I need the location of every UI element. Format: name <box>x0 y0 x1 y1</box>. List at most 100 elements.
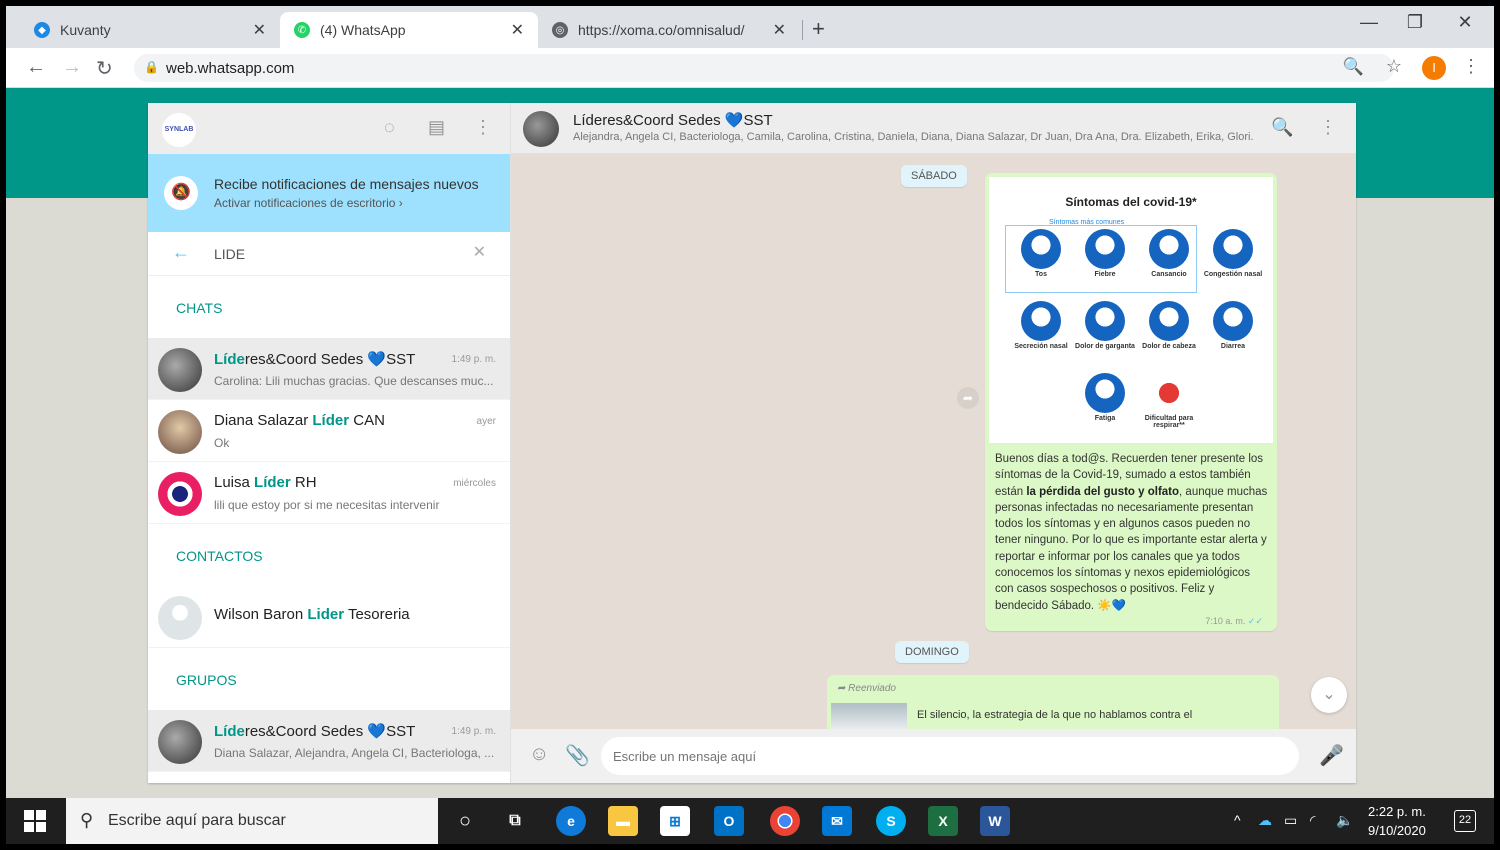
microphone-icon[interactable]: 🎤 <box>1319 743 1344 768</box>
chrome-icon[interactable] <box>770 806 800 836</box>
menu-icon[interactable]: ⋮ <box>474 117 492 138</box>
skype-icon[interactable]: S <box>876 806 906 836</box>
tray-chevron-icon[interactable]: ^ <box>1234 812 1241 828</box>
poster-title: Síntomas del covid-19* <box>1065 195 1197 209</box>
excel-icon[interactable]: X <box>928 806 958 836</box>
forward-arrow-icon[interactable]: → <box>62 56 82 79</box>
section-label: GRUPOS <box>176 672 237 688</box>
clock-time: 2:22 p. m. <box>1368 804 1426 819</box>
section-label: CHATS <box>176 300 223 316</box>
zoom-icon[interactable]: 🔍 <box>1343 57 1364 77</box>
chat-preview: lili que estoy por si me necesitas inter… <box>214 498 440 512</box>
back-arrow-icon[interactable]: ← <box>26 56 46 79</box>
status-icon[interactable]: ◌ <box>384 117 395 138</box>
read-checkmarks-icon: ✓✓ <box>1247 616 1263 626</box>
windows-taskbar: ⚲ Escribe aquí para buscar ○ ⧉ e ▬ ⊞ O ✉… <box>6 798 1494 844</box>
word-icon[interactable]: W <box>980 806 1010 836</box>
reload-icon[interactable]: ↻ <box>96 56 113 81</box>
scroll-down-button[interactable]: ⌄ <box>1311 677 1347 713</box>
contact-name: Wilson Baron Lider Tesoreria <box>214 606 410 623</box>
message-bubble[interactable]: Síntomas del covid-19* Síntomas más comu… <box>985 173 1277 631</box>
close-icon[interactable]: ✕ <box>511 20 524 40</box>
restore-button[interactable]: ❐ <box>1392 12 1438 33</box>
group-members: Alejandra, Angela CI, Bacteriologa, Cami… <box>573 131 1253 143</box>
notification-banner[interactable]: 🔕 Recibe notificaciones de mensajes nuev… <box>148 154 510 232</box>
file-explorer-icon[interactable]: ▬ <box>608 806 638 836</box>
browser-toolbar: ← → ↻ 🔒 web.whatsapp.com 🔍 ☆ I ⋮ <box>6 48 1494 88</box>
back-arrow-icon[interactable]: ← <box>172 242 190 263</box>
taskbar-search-box[interactable]: ⚲ Escribe aquí para buscar <box>66 798 438 844</box>
store-icon[interactable]: ⊞ <box>660 806 690 836</box>
browser-menu-icon[interactable]: ⋮ <box>1462 56 1480 77</box>
link-preview-thumbnail[interactable] <box>831 703 907 731</box>
search-bar: ← LIDE ✕ <box>148 232 510 276</box>
blue-heart-icon: 💙 <box>1111 599 1126 612</box>
battery-icon[interactable]: ▭ <box>1284 812 1297 829</box>
page-background: SYNLAB ◌ ▤ ⋮ 🔕 Recibe notificaciones de … <box>6 88 1494 798</box>
forwarded-message-bubble[interactable]: ➦ Reenviado El silencio, la estrategia d… <box>827 675 1279 735</box>
tab-divider <box>802 20 803 40</box>
tab-omnisalud[interactable]: ◎ https://xoma.co/omnisalud/ ✕ <box>538 12 800 48</box>
forward-icon[interactable]: ➦ <box>957 387 979 409</box>
screen: ◆ Kuvanty ✕ ✆ (4) WhatsApp ✕ ◎ https://x… <box>6 6 1494 844</box>
contact-item[interactable]: Wilson Baron Lider Tesoreria <box>148 586 510 648</box>
tab-kuvanty[interactable]: ◆ Kuvanty ✕ <box>20 12 280 48</box>
search-input[interactable]: LIDE <box>214 246 245 262</box>
cortana-icon[interactable]: ○ <box>450 806 480 836</box>
tab-whatsapp[interactable]: ✆ (4) WhatsApp ✕ <box>280 12 538 48</box>
message-time: 7:10 a. m. ✓✓ <box>1205 616 1263 626</box>
covid-poster-image[interactable]: Síntomas del covid-19* Síntomas más comu… <box>989 177 1273 443</box>
notification-link[interactable]: Activar notificaciones de escritorio › <box>214 196 403 210</box>
day-label: SÁBADO <box>901 165 967 187</box>
conversation-title: Líderes&Coord Sedes 💙SST <box>573 112 773 129</box>
chat-preview: Carolina: Lili muchas gracias. Que desca… <box>214 374 494 388</box>
chat-name: Líderes&Coord Sedes 💙SST <box>214 351 416 368</box>
symptom-congestion: Congestión nasal <box>1203 229 1263 278</box>
group-item[interactable]: Líderes&Coord Sedes 💙SST 1:49 p. m. Dian… <box>148 710 510 772</box>
task-view-icon[interactable]: ⧉ <box>500 806 530 836</box>
symptom-fever: Fiebre <box>1075 229 1135 278</box>
chat-name: Diana Salazar Líder CAN <box>214 412 385 429</box>
chat-item[interactable]: Luisa Líder RH miércoles lili que estoy … <box>148 462 510 524</box>
emoji-icon[interactable]: ☺ <box>529 743 549 766</box>
conversation-header[interactable]: Líderes&Coord Sedes 💙SST Alejandra, Ange… <box>511 103 1356 154</box>
symptom-fatigue: Fatiga <box>1075 373 1135 422</box>
search-icon[interactable]: 🔍 <box>1271 117 1293 138</box>
close-icon[interactable]: ✕ <box>773 20 786 40</box>
chat-time: miércoles <box>453 478 496 489</box>
taskbar-clock[interactable]: 2:22 p. m. 9/10/2020 <box>1368 802 1426 840</box>
clear-search-icon[interactable]: ✕ <box>473 242 486 262</box>
edge-icon[interactable]: e <box>556 806 586 836</box>
bookmark-star-icon[interactable]: ☆ <box>1386 56 1402 77</box>
profile-avatar[interactable]: SYNLAB <box>162 113 196 147</box>
profile-avatar[interactable]: I <box>1422 56 1446 80</box>
avatar <box>158 720 202 764</box>
symptom-breathing: Dificultad para respirar** <box>1139 373 1199 429</box>
day-label: DOMINGO <box>895 641 969 663</box>
message-input[interactable] <box>601 737 1299 775</box>
close-window-button[interactable]: ✕ <box>1442 12 1488 33</box>
chat-time: 1:49 p. m. <box>451 354 496 365</box>
whatsapp-icon: ✆ <box>294 22 310 38</box>
new-tab-button[interactable]: + <box>812 16 825 42</box>
group-time: 1:49 p. m. <box>451 726 496 737</box>
wifi-icon[interactable]: ◜ <box>1310 812 1315 829</box>
action-center-icon[interactable]: 22 <box>1454 810 1476 832</box>
symptom-runny-nose: Secreción nasal <box>1011 301 1071 350</box>
onedrive-icon[interactable]: ☁ <box>1258 812 1272 829</box>
menu-icon[interactable]: ⋮ <box>1319 117 1337 138</box>
mail-icon[interactable]: ✉ <box>822 806 852 836</box>
address-bar[interactable]: 🔒 web.whatsapp.com 🔍 ☆ <box>134 54 1402 82</box>
close-icon[interactable]: ✕ <box>253 20 266 40</box>
new-chat-icon[interactable]: ▤ <box>428 117 445 138</box>
chat-item[interactable]: Diana Salazar Líder CAN ayer Ok <box>148 400 510 462</box>
volume-icon[interactable]: 🔈 <box>1336 812 1353 829</box>
outlook-icon[interactable]: O <box>714 806 744 836</box>
attach-icon[interactable]: 📎 <box>565 743 590 768</box>
group-avatar[interactable] <box>523 111 559 147</box>
minimize-button[interactable]: — <box>1346 12 1392 33</box>
browser-tab-strip: ◆ Kuvanty ✕ ✆ (4) WhatsApp ✕ ◎ https://x… <box>6 6 1494 48</box>
windows-start-button[interactable] <box>24 810 46 832</box>
chat-item[interactable]: Líderes&Coord Sedes 💙SST 1:49 p. m. Caro… <box>148 338 510 400</box>
blue-heart-icon: 💙 <box>367 351 387 368</box>
